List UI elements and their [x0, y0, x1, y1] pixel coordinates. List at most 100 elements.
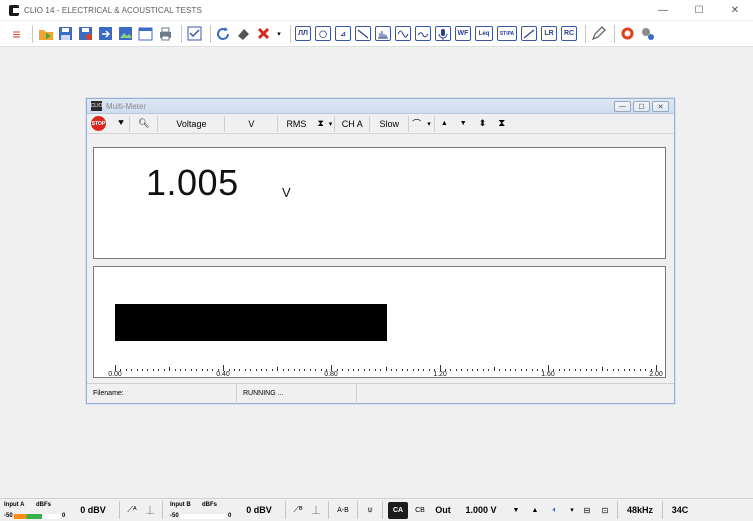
rc-icon[interactable]: RC	[561, 26, 577, 41]
scale-minor-tick	[537, 369, 538, 371]
input-b-label: Input B	[170, 501, 191, 508]
chevron-down-icon[interactable]: ▾	[566, 499, 578, 521]
scale-minor-tick	[402, 369, 403, 371]
speaker-icon[interactable]: 🔈︎	[544, 499, 566, 521]
waterfall-icon[interactable]: ⊿	[335, 26, 351, 41]
generator-link-icon[interactable]: ⍦	[361, 499, 379, 521]
close-button[interactable]: ✕	[717, 0, 753, 20]
filter-icon[interactable]: ⌒	[409, 115, 424, 133]
decay-icon[interactable]	[355, 26, 371, 41]
help-lifebuoy-icon[interactable]	[619, 25, 636, 42]
sinusoidal-icon[interactable]: ◯	[315, 26, 331, 41]
filename-label: Filename:	[87, 383, 237, 404]
eraser-icon[interactable]	[235, 25, 252, 42]
multimeter-toolbar: STOP ⯆ 🔍︎ Voltage V RMS ⧗ ▾ CH A Slow ⌒ …	[87, 114, 674, 134]
open-folder-icon[interactable]	[37, 25, 54, 42]
channel-select[interactable]: CH A	[335, 115, 369, 133]
arrow-up-icon[interactable]: ▲	[435, 115, 454, 133]
chevron-down-icon[interactable]: ▾	[275, 25, 283, 42]
input-a-label: Input A	[4, 501, 25, 508]
leq-icon[interactable]: Leq	[475, 26, 493, 41]
multimeter-title: Multi-Meter	[106, 101, 147, 111]
unit-select[interactable]: V	[225, 115, 277, 133]
multimeter-minimize-button[interactable]: —	[614, 101, 631, 112]
fit-icon[interactable]: ⧗	[492, 115, 511, 133]
checklist-icon[interactable]	[186, 25, 203, 42]
a-minus-b-button[interactable]: A-B	[332, 499, 354, 521]
phantom-a-icon[interactable]: ⟋ᴬ	[123, 499, 141, 521]
polarity-a-icon[interactable]: ⏊	[141, 499, 159, 521]
expand-icon[interactable]: ⬍	[473, 115, 493, 133]
stop-button[interactable]: STOP	[91, 116, 106, 131]
scale-minor-tick	[250, 369, 251, 371]
sweep-icon[interactable]	[415, 26, 431, 41]
out-level-field[interactable]: 1.000 V	[456, 499, 506, 521]
linearity-icon[interactable]	[521, 26, 537, 41]
zoom-icon[interactable]: 🔍︎	[130, 115, 157, 133]
bar-display: 0.00 0.40 0.80 1.20 1.60 2.00	[93, 266, 666, 378]
channel-b-out-button[interactable]: CB	[410, 499, 430, 521]
chevron-down-icon[interactable]: ⯆	[113, 115, 129, 133]
mlsfft-icon[interactable]: ЛЛ	[295, 26, 311, 41]
scale-minor-tick	[288, 369, 289, 371]
title-bar: CLIO 14 - ELECTRICAL & ACOUSTICAL TESTS …	[0, 0, 753, 20]
pencil-icon[interactable]	[590, 25, 607, 42]
image-export-icon[interactable]	[117, 25, 134, 42]
device-icon[interactable]: ⊡	[596, 499, 614, 521]
wf-icon[interactable]: WF	[455, 26, 471, 41]
arrow-down-icon[interactable]: ▼	[454, 115, 473, 133]
fft-icon[interactable]	[375, 26, 391, 41]
refresh-icon[interactable]	[215, 25, 232, 42]
settings-icon[interactable]	[639, 25, 656, 42]
channel-a-out-button[interactable]: CA	[386, 499, 410, 521]
scale-minor-tick	[304, 369, 305, 371]
status-separator	[162, 501, 163, 519]
scale-minor-tick	[532, 369, 533, 371]
print-icon[interactable]	[157, 25, 174, 42]
capture-icon[interactable]: ⧗	[314, 115, 326, 133]
scale-minor-tick	[375, 369, 376, 371]
loop-icon[interactable]: ⊟	[578, 499, 596, 521]
scale-minor-tick	[629, 369, 630, 371]
export-icon[interactable]	[97, 25, 114, 42]
menu-icon[interactable]: ≡	[8, 25, 25, 42]
toolbar-separator	[210, 24, 211, 43]
scale-tick-label: 0.80	[324, 371, 338, 378]
channel-a-out-label: CA	[388, 501, 408, 519]
scale-minor-tick	[580, 369, 581, 371]
chevron-down-icon[interactable]: ▾	[424, 115, 434, 133]
out-level-down-icon[interactable]: ▼	[506, 499, 526, 521]
scale-minor-tick	[564, 369, 565, 371]
out-level-up-icon[interactable]: ▲	[526, 499, 544, 521]
multimeter-close-button[interactable]: ✕	[652, 101, 669, 112]
polarity-b-icon[interactable]: ⏊	[307, 499, 325, 521]
lr-icon[interactable]: LR	[541, 26, 557, 41]
calendar-icon[interactable]	[137, 25, 154, 42]
multimeter-title-bar[interactable]: CLIO Multi-Meter — ☐ ✕	[87, 99, 674, 114]
input-b-level-field[interactable]: 0 dBV	[236, 499, 282, 521]
multimeter-restore-button[interactable]: ☐	[633, 101, 650, 112]
phantom-b-icon[interactable]: ⟋ᴮ	[289, 499, 307, 521]
speed-select[interactable]: Slow	[370, 115, 408, 133]
sample-rate-field[interactable]: 48kHz	[621, 499, 659, 521]
measure-select[interactable]: Voltage	[158, 115, 224, 133]
minimize-button[interactable]: —	[645, 0, 681, 20]
bottom-status-bar: Input A dBFs -50 0 0 dBV ⟋ᴬ ⏊ Input B dB…	[0, 498, 753, 521]
mode-select[interactable]: RMS	[278, 115, 314, 133]
stipa-icon[interactable]: STIPA	[497, 26, 517, 41]
scale-minor-tick	[185, 369, 186, 371]
scale-minor-tick	[569, 369, 570, 371]
scale-minor-tick	[586, 369, 587, 371]
scale-minor-tick	[158, 369, 159, 371]
wave-icon[interactable]	[395, 26, 411, 41]
chevron-down-icon[interactable]: ▾	[327, 115, 335, 133]
delete-icon[interactable]	[255, 25, 272, 42]
save-icon[interactable]	[57, 25, 74, 42]
maximize-button[interactable]: ☐	[681, 0, 717, 20]
scale-minor-tick	[456, 369, 457, 371]
multimeter-window: CLIO Multi-Meter — ☐ ✕ STOP ⯆ 🔍︎ Voltage…	[86, 98, 675, 404]
scale-tick-label: 2.00	[649, 371, 663, 378]
input-a-level-field[interactable]: 0 dBV	[70, 499, 116, 521]
save-as-icon[interactable]	[77, 25, 94, 42]
microphone-icon[interactable]	[435, 26, 451, 41]
